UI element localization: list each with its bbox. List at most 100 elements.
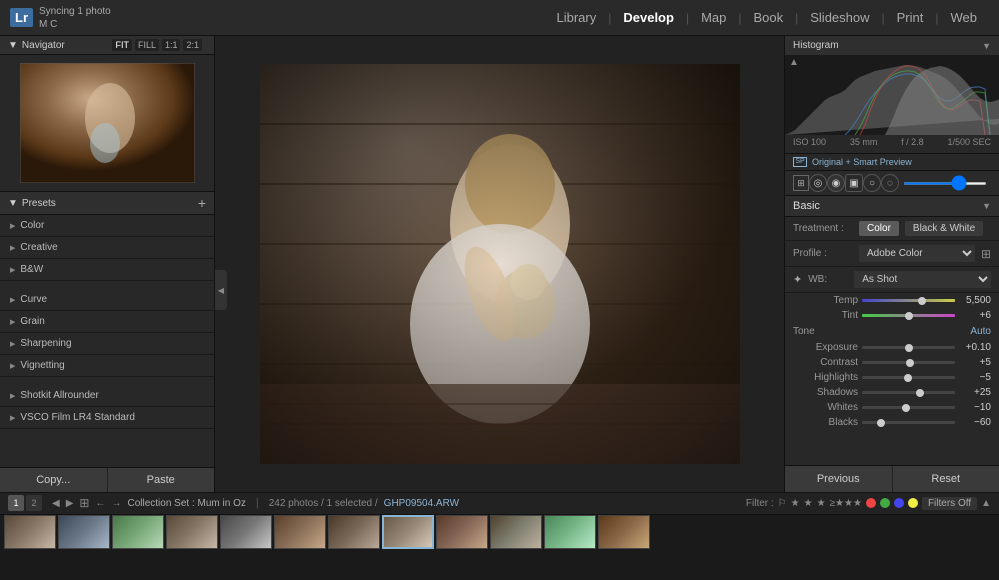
nav-library[interactable]: Library	[544, 10, 608, 25]
whites-thumb[interactable]	[902, 404, 910, 412]
tint-track[interactable]	[862, 314, 955, 317]
profile-grid-icon[interactable]: ⊞	[981, 247, 991, 261]
whites-label: Whites	[793, 402, 858, 413]
filmstrip-expand-icon[interactable]: ▲	[981, 498, 991, 509]
shadows-thumb[interactable]	[916, 389, 924, 397]
preset-group-creative: ▶ Creative	[0, 237, 214, 259]
page-tab-2[interactable]: 2	[26, 495, 42, 511]
filmstrip-thumb-4[interactable]	[166, 515, 218, 549]
filter-star3-icon[interactable]: ★	[817, 498, 826, 509]
filmstrip-grid-btn[interactable]: ⊞	[79, 496, 89, 510]
contrast-label: Contrast	[793, 357, 858, 368]
wb-eyedropper-icon[interactable]: ✦	[793, 273, 802, 286]
ratio-1-btn[interactable]: 1:1	[162, 39, 181, 51]
filmstrip-thumb-9[interactable]	[436, 515, 488, 549]
copy-button[interactable]: Copy...	[0, 468, 108, 492]
filmstrip-right-arrow[interactable]: →	[111, 498, 121, 509]
presets-header[interactable]: ▼ Presets +	[0, 192, 214, 215]
filter-rating-icon[interactable]: ≥★★★	[830, 498, 862, 509]
filter-star1-icon[interactable]: ★	[791, 498, 800, 509]
nav-develop[interactable]: Develop	[611, 10, 686, 25]
adjustment-brush-tool[interactable]: ◌	[881, 174, 899, 192]
filmstrip-thumb-7[interactable]	[328, 515, 380, 549]
preset-group-sharpening: ▶ Sharpening	[0, 333, 214, 355]
filter-color4[interactable]	[908, 498, 918, 508]
filmstrip-thumb-2[interactable]	[58, 515, 110, 549]
nav-print[interactable]: Print	[885, 10, 936, 25]
filmstrip-thumb-12[interactable]	[598, 515, 650, 549]
vignetting-group-label: Vignetting	[20, 360, 64, 371]
preset-group-vignetting: ▶ Vignetting	[0, 355, 214, 377]
presets-add-button[interactable]: +	[198, 195, 206, 211]
filmstrip-next-btn[interactable]: ▶	[66, 498, 74, 509]
page-tab-1[interactable]: 1	[8, 495, 24, 511]
tone-auto-button[interactable]: Auto	[970, 326, 991, 337]
filter-color1[interactable]	[866, 498, 876, 508]
highlights-row: Highlights −5	[785, 370, 999, 385]
previous-button[interactable]: Previous	[785, 466, 893, 492]
filmstrip-prev-btn[interactable]: ◀	[52, 498, 60, 509]
navigator-header[interactable]: ▼ Navigator FIT FILL 1:1 2:1	[0, 36, 214, 55]
nav-book[interactable]: Book	[741, 10, 795, 25]
filter-flag-icon[interactable]: ⚐	[778, 498, 787, 509]
ratio-2-btn[interactable]: 2:1	[183, 39, 202, 51]
reset-button[interactable]: Reset	[893, 466, 999, 492]
radial-filter-tool[interactable]: ○	[863, 174, 881, 192]
filmstrip-thumb-10[interactable]	[490, 515, 542, 549]
spot-removal-tool[interactable]: ◎	[809, 174, 827, 192]
shadows-track[interactable]	[862, 391, 955, 394]
profile-select[interactable]: Adobe Color	[859, 245, 975, 262]
blacks-thumb[interactable]	[877, 419, 885, 427]
panel-actions: Copy... Paste	[0, 467, 214, 492]
creative-group-label: Creative	[20, 242, 57, 253]
filmstrip-thumb-3[interactable]	[112, 515, 164, 549]
blacks-track[interactable]	[862, 421, 955, 424]
whites-row: Whites −10	[785, 400, 999, 415]
contrast-track[interactable]	[862, 361, 955, 364]
bw-treatment-button[interactable]: Black & White	[905, 221, 983, 236]
nav-slideshow[interactable]: Slideshow	[798, 10, 881, 25]
contrast-thumb[interactable]	[906, 359, 914, 367]
filmstrip-thumb-6[interactable]	[274, 515, 326, 549]
filmstrip-thumb-5[interactable]	[220, 515, 272, 549]
nav-web[interactable]: Web	[939, 10, 990, 25]
filter-color3[interactable]	[894, 498, 904, 508]
whites-track[interactable]	[862, 406, 955, 409]
temp-track[interactable]	[862, 299, 955, 302]
temp-thumb[interactable]	[918, 297, 926, 305]
crop-tool[interactable]: ⊞	[793, 175, 809, 191]
histogram-header[interactable]: Histogram ▼	[785, 36, 999, 55]
temp-value: 5,500	[959, 295, 991, 306]
filters-off-label[interactable]: Filters Off	[922, 497, 977, 510]
wb-select[interactable]: As Shot	[854, 271, 991, 288]
filmstrip-thumb-1[interactable]	[4, 515, 56, 549]
shotkit-group-triangle: ▶	[10, 392, 15, 400]
tool-opacity-slider[interactable]	[903, 182, 987, 185]
exposure-track[interactable]	[862, 346, 955, 349]
highlights-track[interactable]	[862, 376, 955, 379]
redeye-tool[interactable]: ◉	[827, 174, 845, 192]
paste-button[interactable]: Paste	[108, 468, 215, 492]
exposure-thumb[interactable]	[905, 344, 913, 352]
filter-color2[interactable]	[880, 498, 890, 508]
contrast-value: +5	[959, 357, 991, 368]
fit-btn[interactable]: FIT	[112, 39, 132, 51]
filmstrip-thumb-11[interactable]	[544, 515, 596, 549]
smart-preview-bar[interactable]: SP Original + Smart Preview	[785, 154, 999, 171]
filmstrip-left-arrow[interactable]: ←	[95, 498, 105, 509]
highlights-thumb[interactable]	[904, 374, 912, 382]
selected-filename[interactable]: GHP09504.ARW	[384, 498, 459, 509]
filmstrip-thumb-8[interactable]	[382, 515, 434, 549]
main-photo[interactable]	[260, 64, 740, 464]
color-treatment-button[interactable]: Color	[859, 221, 899, 236]
histogram-nav-arrow[interactable]: ▲	[789, 57, 799, 68]
filter-star2-icon[interactable]: ★	[804, 498, 813, 509]
nav-map[interactable]: Map	[689, 10, 738, 25]
graduated-filter-tool[interactable]: ▣	[845, 174, 863, 192]
tint-thumb[interactable]	[905, 312, 913, 320]
navigator-thumbnail[interactable]	[20, 63, 195, 183]
vignetting-group-triangle: ▶	[10, 362, 15, 370]
basic-section-header[interactable]: Basic ▼	[785, 196, 999, 217]
left-panel-collapse[interactable]: ◀	[215, 270, 227, 310]
fill-btn[interactable]: FILL	[135, 39, 159, 51]
